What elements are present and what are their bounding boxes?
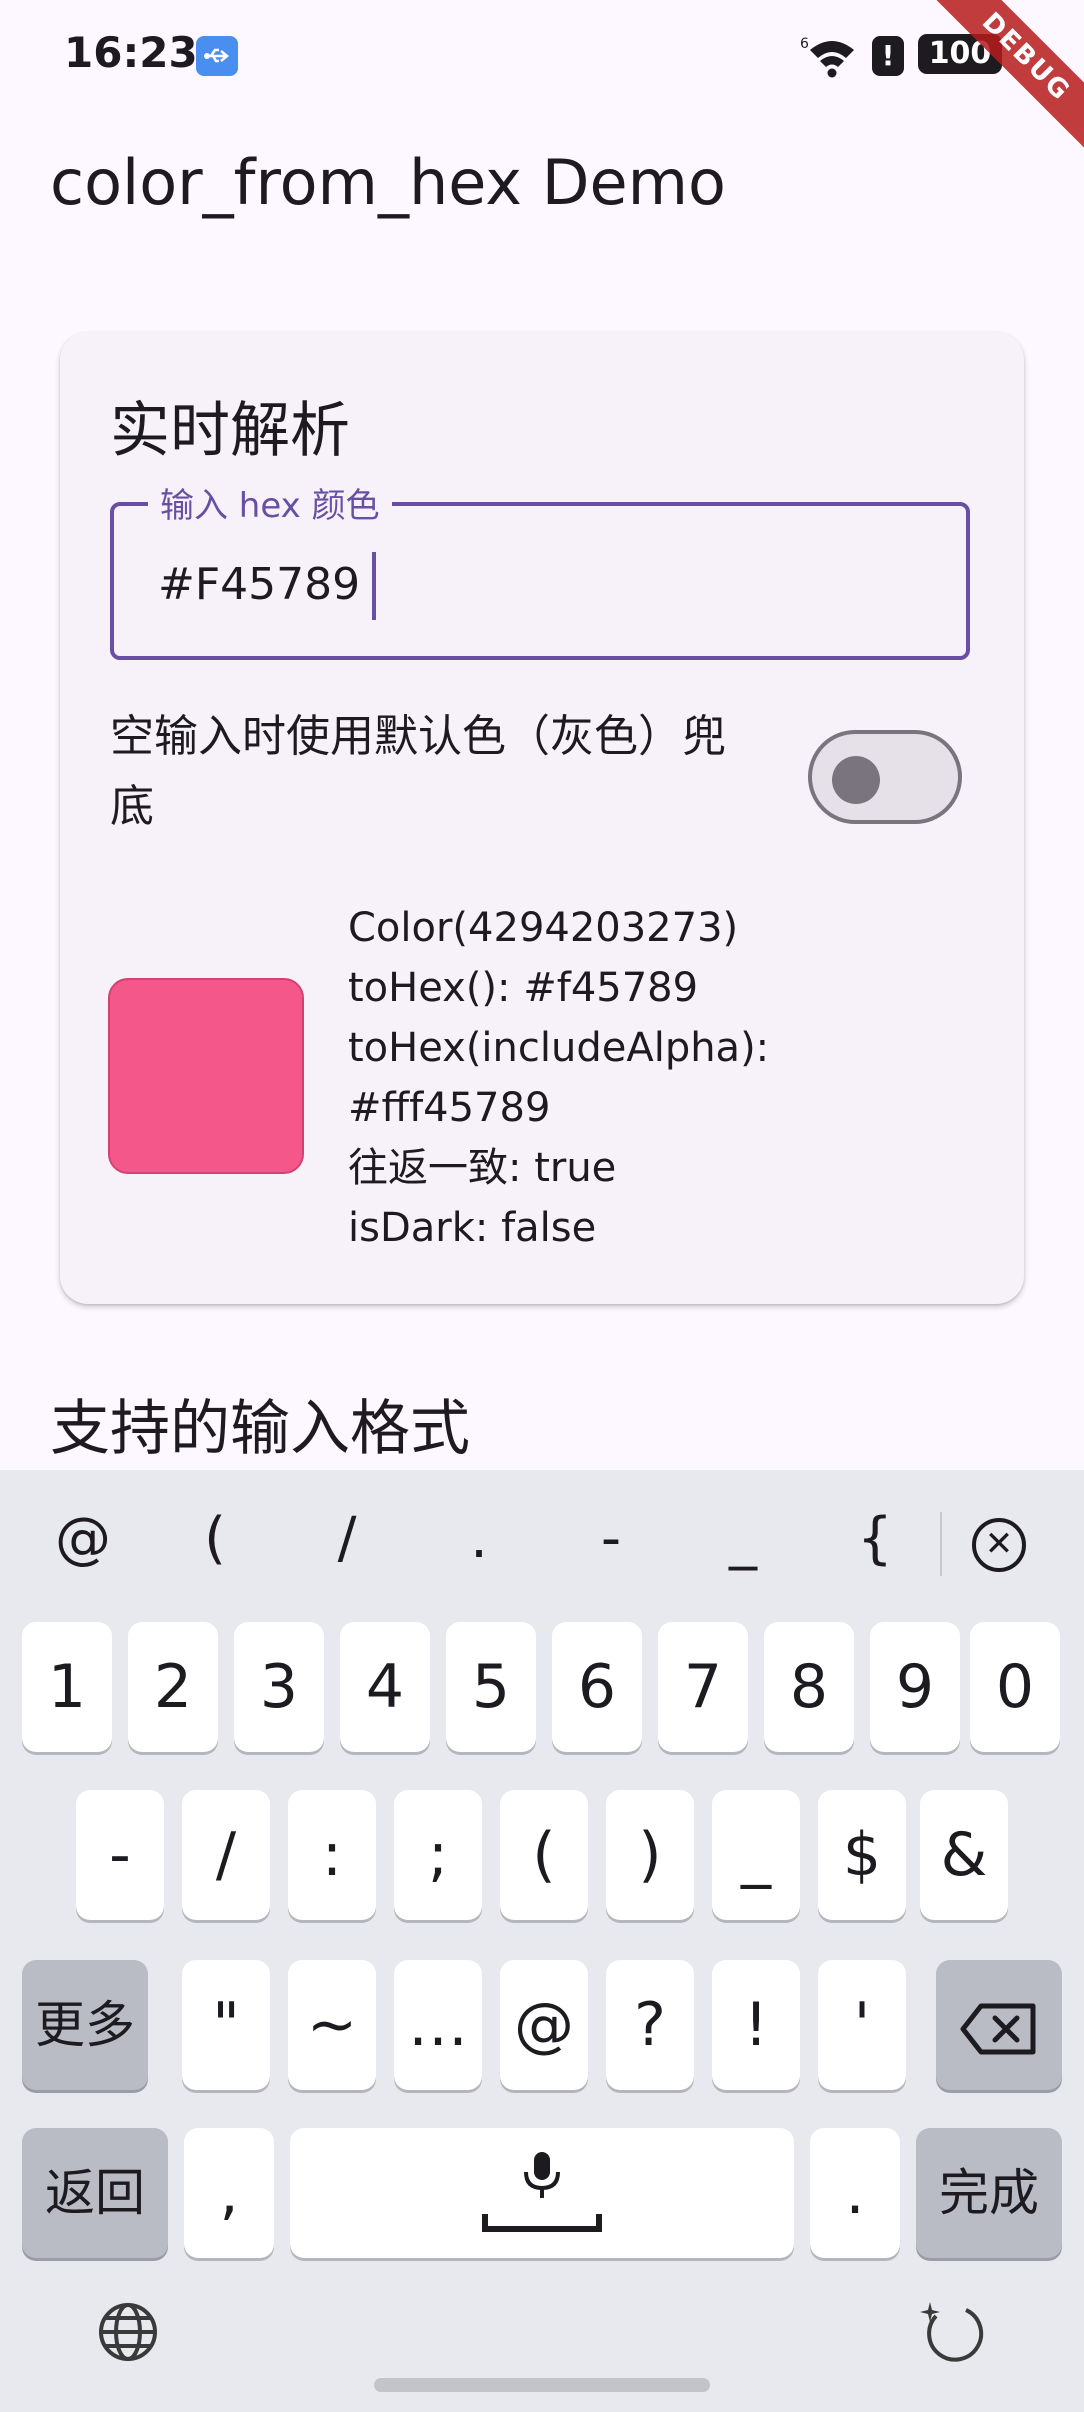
- key-quote[interactable]: ": [182, 1960, 270, 2090]
- key-slash[interactable]: /: [182, 1790, 270, 1920]
- symbol-key[interactable]: -: [566, 1506, 656, 1571]
- color-info: Color(4294203273) toHex(): #f45789 toHex…: [348, 898, 769, 1258]
- key-3[interactable]: 3: [234, 1622, 324, 1752]
- symbol-key[interactable]: /: [302, 1506, 392, 1571]
- key-underscore[interactable]: _: [712, 1790, 800, 1920]
- text-caret: [372, 552, 376, 620]
- info-line-tohex-alpha-label: toHex(includeAlpha):: [348, 1025, 770, 1071]
- key-dollar[interactable]: $: [818, 1790, 906, 1920]
- key-open-paren[interactable]: (: [500, 1790, 588, 1920]
- usb-icon: [196, 36, 238, 76]
- color-swatch: [108, 978, 304, 1174]
- key-dash[interactable]: -: [76, 1790, 164, 1920]
- mic-icon: [524, 2152, 560, 2198]
- default-color-toggle-label: 空输入时使用默认色（灰色）兜底: [110, 711, 726, 832]
- key-5[interactable]: 5: [446, 1622, 536, 1752]
- key-6[interactable]: 6: [552, 1622, 642, 1752]
- symbol-key[interactable]: (: [170, 1506, 260, 1571]
- home-indicator[interactable]: [374, 2378, 710, 2392]
- symbol-row: @ ( / . - _ { ✕: [0, 1470, 1084, 1618]
- space-icon: [482, 2214, 602, 2232]
- info-line-color: Color(4294203273): [348, 905, 739, 951]
- key-exclamation[interactable]: !: [712, 1960, 800, 2090]
- key-8[interactable]: 8: [764, 1622, 854, 1752]
- key-9[interactable]: 9: [870, 1622, 960, 1752]
- signal-label: 6: [800, 36, 809, 52]
- key-question[interactable]: ?: [606, 1960, 694, 2090]
- hex-input[interactable]: [158, 556, 918, 612]
- rotate-icon[interactable]: [916, 2296, 988, 2368]
- switch-knob: [832, 756, 880, 804]
- info-line-isdark: isDark: false: [348, 1205, 597, 1251]
- app-title: color_from_hex Demo: [50, 146, 726, 219]
- key-1[interactable]: 1: [22, 1622, 112, 1752]
- key-7[interactable]: 7: [658, 1622, 748, 1752]
- card-title: 实时解析: [110, 396, 350, 466]
- key-period[interactable]: .: [810, 2128, 900, 2258]
- info-line-tohex: toHex(): #f45789: [348, 965, 699, 1011]
- supported-formats-title: 支持的输入格式: [50, 1394, 470, 1464]
- more-key[interactable]: 更多: [22, 1960, 148, 2090]
- key-comma[interactable]: ,: [184, 2128, 274, 2258]
- symbol-key[interactable]: @: [38, 1506, 128, 1571]
- key-apostrophe[interactable]: ': [818, 1960, 906, 2090]
- key-colon[interactable]: :: [288, 1790, 376, 1920]
- key-at[interactable]: @: [500, 1960, 588, 2090]
- key-semicolon[interactable]: ;: [394, 1790, 482, 1920]
- key-4[interactable]: 4: [340, 1622, 430, 1752]
- keyboard: @ ( / . - _ { ✕: [0, 1470, 1084, 2412]
- key-2[interactable]: 2: [128, 1622, 218, 1752]
- clear-icon[interactable]: ✕: [972, 1518, 1026, 1572]
- status-time: 16:23: [64, 28, 198, 77]
- key-ellipsis[interactable]: …: [394, 1960, 482, 2090]
- done-key[interactable]: 完成: [916, 2128, 1062, 2258]
- info-line-roundtrip: 往返一致: true: [348, 1145, 617, 1191]
- debug-banner: DEBUG: [917, 0, 1084, 166]
- symbol-key[interactable]: .: [434, 1506, 524, 1571]
- backspace-key[interactable]: [936, 1960, 1062, 2090]
- key-tilde[interactable]: ~: [288, 1960, 376, 2090]
- status-bar: 16:23 6 ! 100 DEBUG: [0, 0, 1084, 166]
- back-key[interactable]: 返回: [22, 2128, 168, 2258]
- hex-input-field[interactable]: 输入 hex 颜色: [110, 478, 970, 660]
- globe-icon[interactable]: [96, 2300, 160, 2364]
- key-close-paren[interactable]: ): [606, 1790, 694, 1920]
- backspace-icon: [960, 2003, 1036, 2054]
- key-0[interactable]: 0: [970, 1622, 1060, 1752]
- default-color-switch[interactable]: [808, 730, 962, 824]
- wifi-icon: 6: [800, 34, 860, 82]
- key-ampersand[interactable]: &: [920, 1790, 1008, 1920]
- symbol-key[interactable]: {: [830, 1506, 920, 1571]
- hex-input-label: 输入 hex 颜色: [148, 478, 392, 527]
- alert-icon: !: [872, 36, 904, 76]
- symbol-key[interactable]: _: [698, 1506, 788, 1571]
- symbol-separator: [940, 1512, 942, 1576]
- info-line-tohex-alpha-value: #fff45789: [348, 1085, 551, 1131]
- live-parse-card: 实时解析 输入 hex 颜色 空输入时使用默认色（灰色）兜底 Color(429…: [60, 332, 1024, 1304]
